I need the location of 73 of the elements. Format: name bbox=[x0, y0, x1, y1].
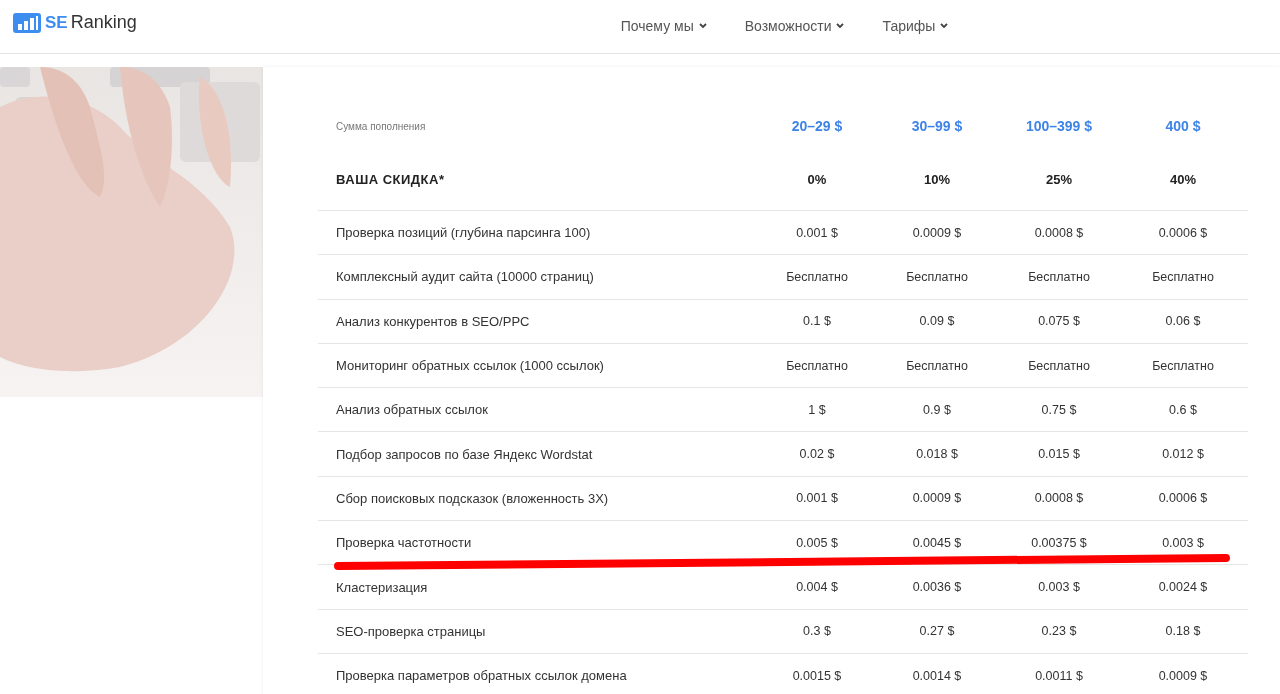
price-cell-text: 0.0015 $ bbox=[791, 668, 843, 683]
discount-value: 40% bbox=[1169, 171, 1197, 187]
caret-icon[interactable] bbox=[698, 22, 707, 29]
price-cell-text: 0.09 $ bbox=[918, 314, 956, 329]
nav-menu[interactable]: Возможности bbox=[744, 17, 845, 34]
price-cell-text: 0.003 $ bbox=[1037, 580, 1081, 594]
price-cell-text: 0.9 $ bbox=[922, 402, 952, 417]
service-name: Комплексный аудит сайта (10000 страниц) bbox=[335, 269, 595, 285]
price-cell-text: 0.018 $ bbox=[915, 447, 959, 462]
price-cell-text: 0.0036 $ bbox=[911, 580, 963, 594]
price-cell-text: Бесплатно bbox=[1151, 269, 1215, 284]
price-cell-text: 0.0009 $ bbox=[911, 225, 963, 240]
price-cell-text: 0.0008 $ bbox=[1033, 491, 1085, 506]
price-cell-text: 0.27 $ bbox=[918, 624, 956, 639]
price-cell-text: Бесплатно bbox=[905, 269, 969, 284]
price-cell-text: 0.0009 $ bbox=[911, 491, 963, 506]
service-name: Мониторинг обратных ссылок (1000 ссылок) bbox=[335, 358, 605, 374]
price-cell-text: 0.0006 $ bbox=[1157, 225, 1209, 240]
price-cell-text: 0.001 $ bbox=[795, 225, 839, 240]
service-name: Проверка позиций (глубина парсинга 100) bbox=[335, 225, 592, 241]
price-cell-text: Бесплатно bbox=[905, 358, 969, 373]
price-cell-text: Бесплатно bbox=[1151, 358, 1215, 373]
price-cell-text: 1 $ bbox=[807, 402, 827, 417]
service-name: Проверка частотности bbox=[335, 535, 473, 551]
price-cell-text: 0.0014 $ bbox=[911, 668, 963, 683]
price-cell-text: 0.1 $ bbox=[802, 314, 832, 329]
price-cell-text: 0.18 $ bbox=[1164, 624, 1202, 639]
discount-value: 10% bbox=[923, 171, 951, 187]
price-cell-text: 0.3 $ bbox=[802, 624, 832, 639]
logo-text[interactable]: Ranking bbox=[70, 12, 137, 33]
price-cell-text: 0.0045 $ bbox=[911, 535, 963, 550]
price-cell-text: 0.015 $ bbox=[1037, 447, 1081, 462]
discount-label: ВАША СКИДКА* bbox=[335, 171, 446, 187]
service-name: Сбор поисковых подсказок (вложенность 3Х) bbox=[335, 490, 610, 506]
price-cell-text: 0.06 $ bbox=[1164, 314, 1202, 329]
price-cell-text: 0.0006 $ bbox=[1157, 491, 1209, 506]
table-caption: Сумма пополнения bbox=[335, 120, 427, 132]
price-cell-text: 0.004 $ bbox=[795, 580, 839, 594]
price-cell-text: 0.75 $ bbox=[1040, 402, 1078, 417]
price-cell-text: 0.0024 $ bbox=[1157, 580, 1209, 594]
caret-icon[interactable] bbox=[836, 22, 845, 29]
price-cell-text: 0.003 $ bbox=[1161, 535, 1205, 550]
service-name: Кластеризация bbox=[335, 579, 429, 595]
service-name: Подбор запросов по базе Яндекс Wordstat bbox=[335, 446, 594, 462]
price-cell-text: 0.0009 $ bbox=[1157, 668, 1209, 683]
caret-icon[interactable] bbox=[940, 22, 949, 29]
price-cell-text: Бесплатно bbox=[1027, 358, 1091, 373]
nav-menu[interactable]: Тарифы bbox=[882, 17, 949, 34]
service-name: SEO-проверка страницы bbox=[335, 623, 487, 639]
service-name: Проверка параметров обратных ссылок домена bbox=[335, 668, 628, 684]
amount-heading: 100–399 $ bbox=[1024, 118, 1094, 134]
amount-heading: 400 $ bbox=[1164, 118, 1202, 134]
price-cell-text: 0.02 $ bbox=[798, 447, 836, 462]
discount-value: 0% bbox=[806, 171, 828, 187]
logo-icon[interactable] bbox=[13, 12, 41, 33]
amount-heading: 20–29 $ bbox=[790, 118, 844, 134]
discount-value: 25% bbox=[1045, 171, 1073, 187]
price-cell-text: 0.001 $ bbox=[795, 491, 839, 506]
price-cell-text: 0.075 $ bbox=[1037, 314, 1081, 329]
price-cell-text: 0.23 $ bbox=[1040, 624, 1078, 639]
amount-heading: 30–99 $ bbox=[910, 118, 964, 134]
nav-menu[interactable]: Почему мы bbox=[620, 17, 707, 34]
price-cell-text: 0.6 $ bbox=[1168, 402, 1198, 417]
price-cell-text: 0.005 $ bbox=[795, 535, 839, 550]
service-name: Анализ обратных ссылок bbox=[335, 402, 489, 418]
service-name: Анализ конкурентов в SEO/PPC bbox=[335, 313, 531, 329]
price-cell-text: 0.012 $ bbox=[1161, 447, 1205, 462]
price-cell-text: 0.00375 $ bbox=[1030, 535, 1088, 550]
price-cell-text: Бесплатно bbox=[1027, 269, 1091, 284]
price-cell-text: 0.0008 $ bbox=[1033, 225, 1085, 240]
price-cell-text: 0.0011 $ bbox=[1034, 668, 1084, 683]
price-cell-text: Бесплатно bbox=[785, 358, 849, 373]
price-cell-text: Бесплатно bbox=[785, 269, 849, 284]
